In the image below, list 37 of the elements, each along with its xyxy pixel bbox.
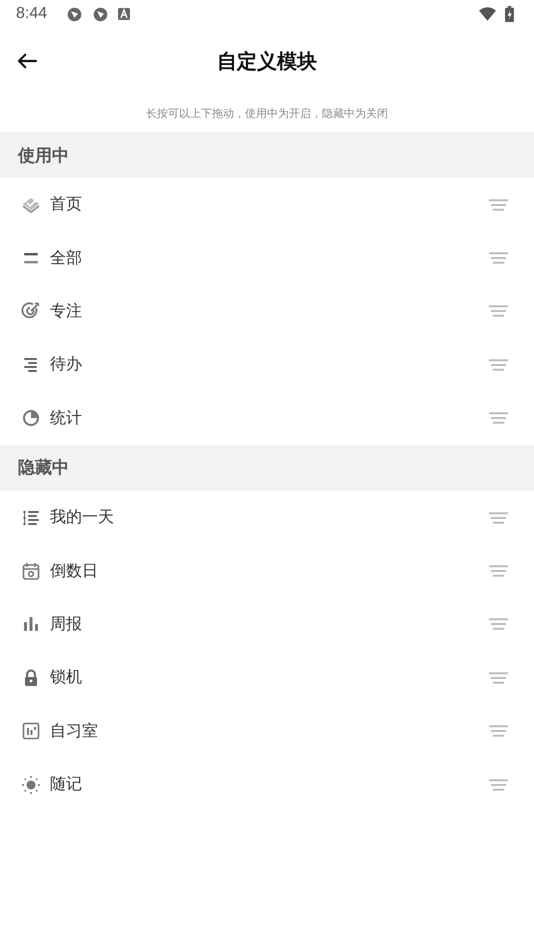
module-label: 自习室 bbox=[50, 720, 99, 742]
text-notification-icon bbox=[118, 8, 130, 20]
module-label: 我的一天 bbox=[50, 507, 115, 528]
drag-handle-icon[interactable] bbox=[489, 724, 508, 738]
drag-handle-icon[interactable] bbox=[489, 358, 508, 372]
module-label: 全部 bbox=[50, 248, 83, 269]
drag-handle-icon[interactable] bbox=[489, 304, 508, 318]
section-title: 隐藏中 bbox=[18, 457, 69, 480]
status-time: 8:44 bbox=[16, 5, 48, 23]
module-label: 首页 bbox=[50, 194, 83, 216]
section-title: 使用中 bbox=[18, 144, 69, 166]
back-arrow-icon[interactable] bbox=[17, 53, 37, 69]
module-label: 周报 bbox=[50, 614, 83, 635]
drag-handle-icon[interactable] bbox=[489, 778, 508, 792]
drag-handle-icon[interactable] bbox=[489, 617, 508, 632]
drag-handle-icon[interactable] bbox=[489, 251, 508, 266]
app-notification-icon bbox=[92, 6, 110, 22]
hint-text: 长按可以上下拖动，使用中为开启，隐藏中为关闭 bbox=[146, 106, 388, 120]
battery-icon bbox=[505, 6, 514, 22]
module-label: 专注 bbox=[50, 300, 83, 322]
module-label: 统计 bbox=[50, 408, 83, 429]
drag-handle-icon[interactable] bbox=[489, 670, 508, 685]
pie-chart-icon bbox=[21, 408, 41, 428]
page-title: 自定义模块 bbox=[217, 48, 317, 74]
module-label: 随记 bbox=[50, 774, 83, 796]
drag-handle-icon[interactable] bbox=[489, 510, 508, 525]
module-label: 待办 bbox=[50, 354, 83, 376]
calendar-icon bbox=[21, 561, 41, 582]
module-label: 倒数日 bbox=[50, 560, 99, 582]
sun-icon bbox=[21, 774, 41, 795]
drag-handle-icon[interactable] bbox=[489, 198, 508, 212]
wifi-icon bbox=[479, 7, 496, 21]
drag-handle-icon[interactable] bbox=[489, 564, 508, 578]
drag-handle-icon[interactable] bbox=[489, 411, 508, 426]
module-label: 锁机 bbox=[50, 667, 83, 688]
framed-chart-icon bbox=[21, 721, 41, 742]
app-notification-icon bbox=[66, 6, 84, 22]
